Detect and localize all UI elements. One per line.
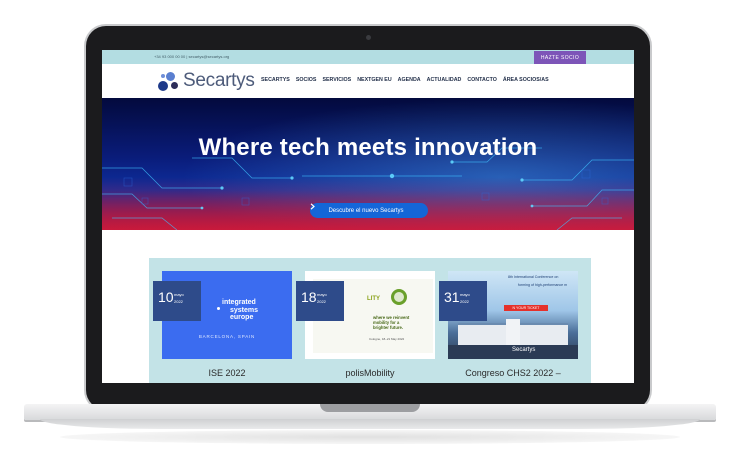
nav-item-contacto[interactable]: CONTACTO (467, 77, 497, 83)
laptop-shadow (60, 430, 680, 444)
laptop-mockup: +34 93 000 00 00 | secartys@secartys.org… (0, 0, 740, 464)
polis-subline: Cologne, 18–21 May 2022 (369, 337, 405, 341)
logo-text: Secartys (183, 70, 255, 91)
date-month: mayo (460, 292, 470, 297)
nav-item-secartys[interactable]: SECARTYS (261, 77, 290, 83)
ticket-banner: N YOUR TICKET (504, 305, 548, 311)
webcam (366, 35, 371, 40)
event-location: BARCELONA, SPAIN (198, 334, 256, 339)
nav-item-agenda[interactable]: AGENDA (398, 77, 421, 83)
nav-menu: SECARTYS SOCIOS SERVICIOS NEXTGEN EU AGE… (261, 77, 549, 83)
date-year: 2022 (460, 299, 469, 304)
secartys-watermark: Secartys (512, 347, 536, 353)
date-month: mayo (174, 292, 184, 297)
events-section: integrated systems europe BARCELONA, SPA… (149, 258, 591, 383)
chs2-line1: 8th International Conference on (508, 275, 559, 279)
nav-item-nextgen-eu[interactable]: NEXTGEN EU (357, 77, 391, 83)
date-badge: 18 mayo 2022 (296, 281, 344, 321)
hero-title: Where tech meets innovation (198, 134, 538, 161)
logo-mark-icon (156, 69, 182, 93)
secartys-logo[interactable]: Secartys (156, 69, 255, 93)
nav-item-area-socios[interactable]: ÁREA SOCIOS/AS (503, 77, 549, 83)
polis-slogan: where we reinvent mobility for a brighte… (373, 315, 410, 330)
ise-dot-icon (217, 307, 220, 310)
event-card[interactable]: 8th International Conference on forming … (439, 271, 578, 383)
main-navbar: Secartys SECARTYS SOCIOS SERVICIOS NEXTG… (102, 64, 634, 98)
date-day: 31 (444, 289, 460, 305)
event-card[interactable]: integrated systems europe BARCELONA, SPA… (153, 271, 292, 383)
date-year: 2022 (174, 299, 183, 304)
date-day: 10 (158, 289, 174, 305)
date-month: mayo (317, 292, 327, 297)
laptop-notch (320, 404, 420, 412)
polis-tag: LITY (367, 296, 380, 302)
tower-shape (506, 319, 520, 345)
nav-item-socios[interactable]: SOCIOS (296, 77, 317, 83)
event-title[interactable]: polisMobility (305, 368, 435, 378)
nav-item-servicios[interactable]: SERVICIOS (322, 77, 351, 83)
contact-info[interactable]: +34 93 000 00 00 | secartys@secartys.org (154, 54, 229, 59)
laptop-base-lower (40, 419, 700, 429)
ise-logo: integrated systems europe (222, 299, 259, 321)
event-title[interactable]: ISE 2022 (162, 368, 292, 378)
event-card[interactable]: LITY where we reinvent mobility for a br… (296, 271, 435, 383)
date-day: 18 (301, 289, 317, 305)
discover-button[interactable]: Descubre el nuevo Secartys (310, 203, 428, 218)
date-year: 2022 (317, 299, 326, 304)
discover-button-label: Descubre el nuevo Secartys (328, 207, 404, 214)
date-badge: 31 mayo 2022 (439, 281, 487, 321)
browser-screen: +34 93 000 00 00 | secartys@secartys.org… (102, 50, 634, 383)
date-badge: 10 mayo 2022 (153, 281, 201, 321)
join-button[interactable]: HAZTE SOCIO (534, 51, 586, 64)
nav-item-actualidad[interactable]: ACTUALIDAD (427, 77, 462, 83)
chs2-line2: forming of high-performance m (518, 283, 568, 287)
hero-banner: Where tech meets innovation Descubre el … (102, 98, 634, 230)
event-title[interactable]: Congreso CHS2 2022 – (448, 368, 578, 378)
top-bar: +34 93 000 00 00 | secartys@secartys.org… (102, 50, 634, 64)
polis-circle-icon (391, 289, 407, 305)
